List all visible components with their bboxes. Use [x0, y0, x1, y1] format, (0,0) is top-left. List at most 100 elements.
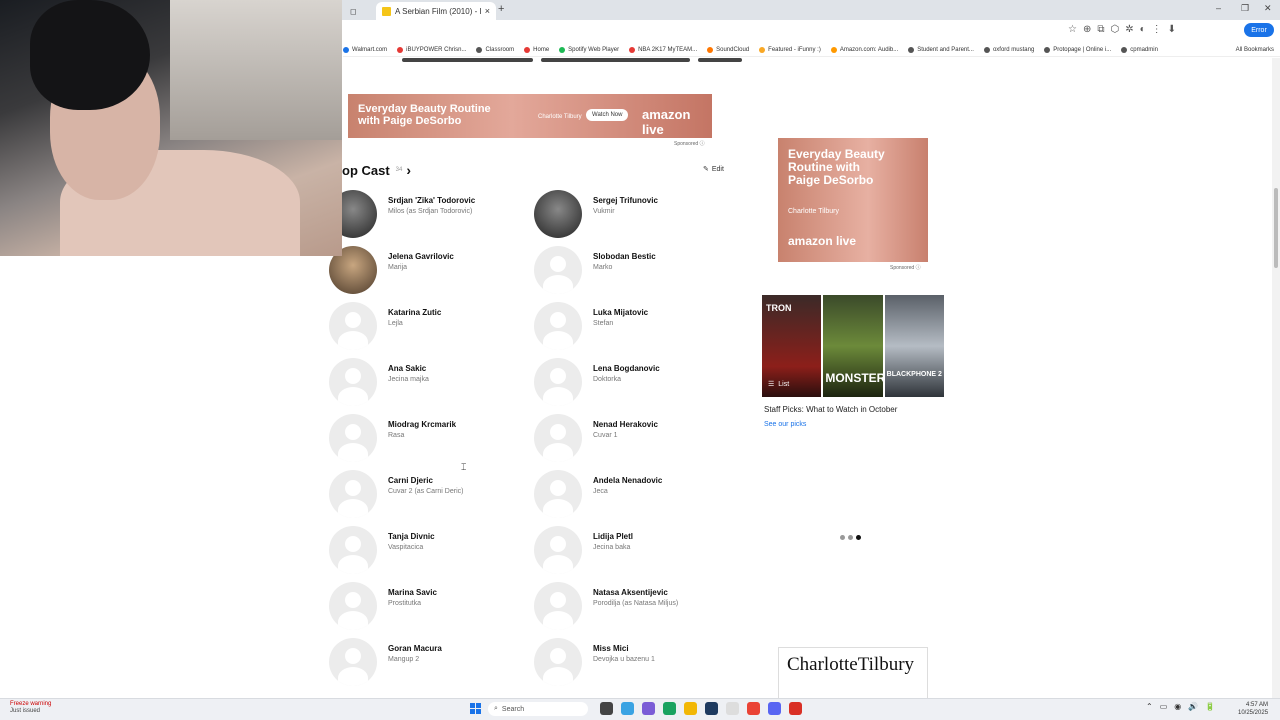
tray-icon[interactable]: ▭ — [1160, 702, 1168, 711]
cast-member[interactable]: Andela Nenadovic Jeca — [534, 470, 734, 520]
bookmark-item[interactable]: oxford mustang — [983, 46, 1034, 53]
cast-member[interactable]: Lidija Pletl Jecina baka — [534, 526, 734, 576]
battery-icon[interactable]: 🔋 — [1205, 702, 1215, 711]
tab-close-icon[interactable]: × — [485, 6, 490, 16]
see-our-picks-link[interactable]: See our picks — [764, 421, 806, 428]
cast-avatar[interactable] — [534, 526, 582, 574]
cast-avatar[interactable] — [329, 470, 377, 518]
cast-avatar[interactable] — [329, 582, 377, 630]
extension-icon[interactable]: ⧉ — [1097, 24, 1104, 35]
discord-icon[interactable] — [768, 702, 781, 715]
profile-error-button[interactable]: Error — [1244, 23, 1274, 37]
minimize-button[interactable]: – — [1216, 3, 1221, 13]
charlotte-tilbury-ad[interactable]: CharlotteTilbury — [778, 647, 928, 698]
cast-avatar[interactable] — [534, 190, 582, 238]
tab-inactive[interactable]: ◻ — [344, 2, 376, 20]
page-scrollbar[interactable] — [1272, 58, 1280, 698]
carousel-dots[interactable] — [840, 535, 861, 540]
cast-name[interactable]: Nenad Herakovic — [593, 420, 658, 429]
cast-avatar[interactable] — [534, 246, 582, 294]
app-icon[interactable] — [789, 702, 802, 715]
cast-avatar[interactable] — [534, 358, 582, 406]
cast-member[interactable]: Miodrag Krcmarik Rasa — [329, 414, 529, 464]
cast-name[interactable]: Lena Bogdanovic — [593, 364, 660, 373]
file-explorer-icon[interactable] — [684, 702, 697, 715]
cast-member[interactable]: Ana Sakic Jecina majka — [329, 358, 529, 408]
side-ad[interactable]: Everyday Beauty Routine with Paige DeSor… — [778, 138, 928, 262]
carousel-dot[interactable] — [840, 535, 845, 540]
bookmark-item[interactable]: NBA 2K17 MyTEAM... — [629, 46, 697, 53]
extension-icon[interactable]: ⬡ — [1111, 24, 1120, 35]
cast-name[interactable]: Andela Nenadovic — [593, 476, 662, 485]
bookmark-item[interactable]: Walmart.com — [343, 46, 387, 53]
cast-name[interactable]: Tanja Divnic — [388, 532, 435, 541]
cast-member[interactable]: Luka Mijatovic Stefan — [534, 302, 734, 352]
bookmark-item[interactable]: cpmadmin — [1121, 46, 1158, 53]
cast-member[interactable]: Goran Macura Mangup 2 — [329, 638, 529, 688]
download-icon[interactable]: ⬇ — [1168, 24, 1176, 35]
cast-member[interactable]: Carni Djeric Cuvar 2 (as Carni Deric) — [329, 470, 529, 520]
poster-monster[interactable]: MONSTER — [823, 295, 885, 397]
cast-member[interactable]: Marina Savic Prostitutka — [329, 582, 529, 632]
new-tab-button[interactable]: + — [498, 3, 504, 15]
task-view-icon[interactable] — [600, 702, 613, 715]
cast-member[interactable]: Natasa Aksentijevic Porodilja (as Natasa … — [534, 582, 734, 632]
banner-ad[interactable]: Everyday Beauty Routine with Paige DeSor… — [348, 94, 712, 138]
cast-name[interactable]: Jelena Gavrilovic — [388, 252, 454, 261]
cast-name[interactable]: Lidija Pletl — [593, 532, 633, 541]
cast-member[interactable]: Tanja Divnic Vaspitacica — [329, 526, 529, 576]
cast-member[interactable]: Jelena Gavrilovic Marija — [329, 246, 529, 296]
cast-avatar[interactable] — [329, 526, 377, 574]
chrome-icon[interactable] — [747, 702, 760, 715]
bookmark-item[interactable]: iBUYPOWER Chrisn... — [397, 46, 466, 53]
cast-avatar[interactable] — [329, 638, 377, 686]
cast-avatar[interactable] — [329, 358, 377, 406]
cast-name[interactable]: Goran Macura — [388, 644, 442, 653]
cast-name[interactable]: Miss Mici — [593, 644, 629, 653]
cast-member[interactable]: Srdjan 'Zika' Todorovic Milos (as Srdjan … — [329, 190, 529, 240]
app-icon[interactable] — [705, 702, 718, 715]
tab-active[interactable]: A Serbian Film (2010) - IMDb × — [376, 2, 496, 20]
cast-name[interactable]: Sergej Trifunovic — [593, 196, 658, 205]
bookmark-item[interactable]: Featured - iFunny :) — [759, 46, 821, 53]
all-bookmarks-button[interactable]: All Bookmarks — [1236, 43, 1274, 56]
system-clock[interactable]: 4:57 AM 10/25/2025 — [1238, 701, 1268, 717]
cast-name[interactable]: Marina Savic — [388, 588, 437, 597]
bookmark-item[interactable]: Student and Parent... — [908, 46, 974, 53]
extension-icon[interactable]: ✲ — [1125, 24, 1133, 35]
staff-picks-title[interactable]: Staff Picks: What to Watch in October — [764, 405, 897, 414]
cast-name[interactable]: Ana Sakic — [388, 364, 426, 373]
cast-name[interactable]: Miodrag Krcmarik — [388, 420, 456, 429]
edit-button[interactable]: ✎ Edit — [703, 165, 724, 174]
extension-icon[interactable]: ⋮ — [1152, 24, 1162, 35]
scrollbar-thumb[interactable] — [1274, 188, 1278, 268]
top-cast-heading[interactable]: op Cast 34 › — [342, 162, 411, 178]
cast-avatar[interactable] — [534, 414, 582, 462]
cast-member[interactable]: Sergej Trifunovic Vukmir — [534, 190, 734, 240]
cast-avatar[interactable] — [329, 414, 377, 462]
cast-member[interactable]: Lena Bogdanovic Doktorka — [534, 358, 734, 408]
carousel-dot[interactable] — [848, 535, 853, 540]
cast-name[interactable]: Natasa Aksentijevic — [593, 588, 668, 597]
poster-blackphone[interactable]: BLACKPHONE 2 — [884, 295, 944, 397]
watch-now-button[interactable]: Watch Now — [586, 109, 629, 121]
bookmark-item[interactable]: Home — [524, 46, 549, 53]
cast-member[interactable]: Miss Mici Devojka u bazenu 1 — [534, 638, 734, 688]
app-icon[interactable] — [726, 702, 739, 715]
windows-start-icon[interactable] — [470, 703, 481, 714]
taskbar-search[interactable]: ⌕ Search — [488, 702, 588, 716]
maximize-button[interactable]: ❐ — [1241, 3, 1249, 14]
cast-name[interactable]: Luka Mijatovic — [593, 308, 648, 317]
cast-avatar[interactable] — [534, 638, 582, 686]
sponsored-label[interactable]: Sponsored ⓘ — [674, 140, 705, 147]
cast-member[interactable]: Katarina Zutic Lejla — [329, 302, 529, 352]
sponsored-label[interactable]: Sponsored ⓘ — [890, 264, 921, 271]
carousel-dot-active[interactable] — [856, 535, 861, 540]
cast-avatar[interactable] — [534, 302, 582, 350]
cast-avatar[interactable] — [534, 470, 582, 518]
bookmark-item[interactable]: SoundCloud — [707, 46, 749, 53]
volume-icon[interactable]: 🔊 — [1188, 702, 1198, 711]
app-icon[interactable] — [621, 702, 634, 715]
staff-picks-posters[interactable]: TRON MONSTER BLACKPHONE 2 — [762, 295, 944, 397]
cast-avatar[interactable] — [534, 582, 582, 630]
